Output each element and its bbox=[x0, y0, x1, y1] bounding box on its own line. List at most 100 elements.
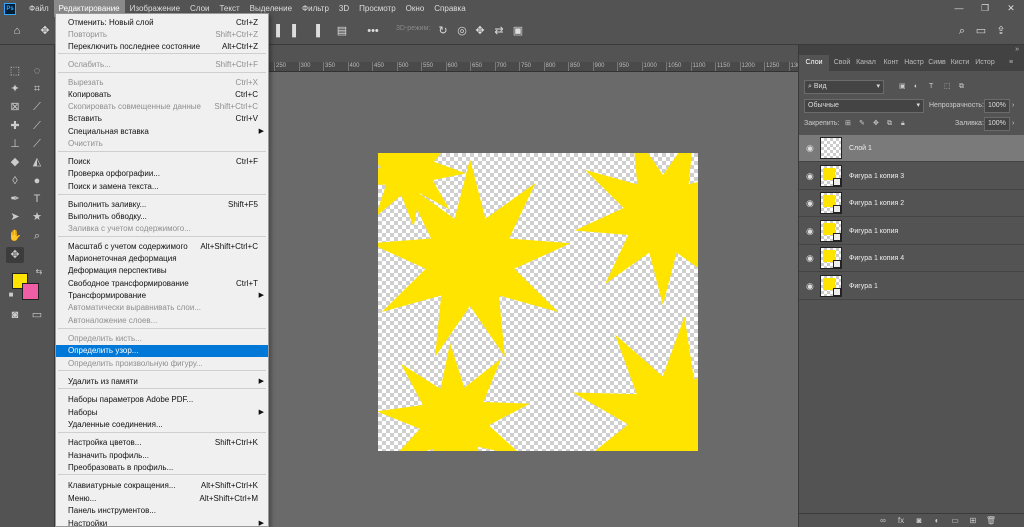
edit-menu-item[interactable]: Настройки ▶ bbox=[56, 518, 268, 526]
layer-row[interactable]: ◉ Фигура 1 копия 2 bbox=[799, 190, 1024, 217]
edit-menu-item[interactable]: Удалить из памяти ▶ bbox=[56, 376, 268, 388]
layer-row[interactable]: ◉ Фигура 1 bbox=[799, 273, 1024, 300]
filter-adjustment-icon[interactable]: ◐ bbox=[914, 81, 918, 93]
filter-image-icon[interactable]: ▣ bbox=[899, 81, 906, 93]
edit-menu-item[interactable]: Наборы параметров Adobe PDF... bbox=[56, 394, 268, 406]
edit-menu-item[interactable]: Деформация перспективы bbox=[56, 265, 268, 277]
frame-tool-icon[interactable]: ⊠ bbox=[6, 99, 24, 115]
minimize-icon[interactable]: — bbox=[946, 0, 972, 17]
brush-tool-icon[interactable]: ⟋ bbox=[28, 118, 46, 134]
tab-history[interactable]: Истор bbox=[972, 55, 998, 71]
type-tool-icon[interactable]: T bbox=[28, 191, 46, 207]
menu-help[interactable]: Справка bbox=[429, 0, 470, 17]
tab-character[interactable]: Симв bbox=[926, 55, 948, 71]
edit-menu-item[interactable]: Вставить Ctrl+V bbox=[56, 113, 268, 125]
visibility-eye-icon[interactable]: ◉ bbox=[806, 281, 816, 291]
tab-layers[interactable]: Слои bbox=[799, 55, 829, 71]
opacity-input[interactable]: 100% bbox=[984, 99, 1010, 113]
background-color-swatch[interactable] bbox=[22, 283, 39, 300]
edit-menu-item[interactable]: Клавиатурные сокращения... Alt+Shift+Ctrl… bbox=[56, 480, 268, 492]
fill-input[interactable]: 100% bbox=[984, 117, 1010, 131]
align-left-icon[interactable]: ▐ bbox=[270, 24, 282, 38]
tab-properties[interactable]: Свой bbox=[831, 55, 853, 71]
layer-row[interactable]: ◉ Слой 1 bbox=[799, 135, 1024, 162]
menu-filter[interactable]: Фильтр bbox=[297, 0, 334, 17]
distribute-icon[interactable]: ▤ bbox=[336, 24, 348, 38]
layer-row[interactable]: ◉ Фигура 1 копия bbox=[799, 218, 1024, 245]
align-right-icon[interactable]: ▐ bbox=[310, 24, 322, 38]
shape-tool-icon[interactable]: ★ bbox=[28, 209, 46, 225]
opacity-chevron-icon[interactable]: › bbox=[1012, 100, 1014, 112]
visibility-eye-icon[interactable]: ◉ bbox=[806, 171, 816, 181]
3d-orbit-icon[interactable]: ↻ bbox=[437, 24, 449, 38]
menu-view[interactable]: Просмотр bbox=[354, 0, 401, 17]
home-icon[interactable]: ⌂ bbox=[10, 24, 24, 38]
visibility-eye-icon[interactable]: ◉ bbox=[806, 253, 816, 263]
tab-channels[interactable]: Канал bbox=[854, 55, 878, 71]
edit-menu-item[interactable]: Выполнить обводку... bbox=[56, 211, 268, 223]
restore-icon[interactable]: ❐ bbox=[972, 0, 998, 17]
visibility-eye-icon[interactable]: ◉ bbox=[806, 198, 816, 208]
default-colors-icon[interactable]: ■ bbox=[6, 290, 16, 300]
blur-tool-icon[interactable]: ◊ bbox=[6, 173, 24, 189]
clone-stamp-tool-icon[interactable]: ⊥ bbox=[6, 136, 24, 152]
edit-menu-item[interactable]: Назначить профиль... bbox=[56, 450, 268, 462]
healing-brush-tool-icon[interactable]: ✚ bbox=[6, 118, 24, 134]
close-icon[interactable]: ✕ bbox=[998, 0, 1024, 17]
filter-type-icon[interactable]: T bbox=[929, 81, 933, 93]
lock-position-icon[interactable]: ✥ bbox=[873, 118, 879, 130]
zoom-tool-icon[interactable]: ⌕ bbox=[28, 228, 46, 244]
filter-shape-icon[interactable]: ⬚ bbox=[944, 81, 951, 93]
edit-menu-item[interactable]: Специальная вставка ▶ bbox=[56, 126, 268, 138]
3d-scale-icon[interactable]: ▣ bbox=[512, 24, 524, 38]
layer-filter-kind[interactable]: ⌕ Вид ▾ bbox=[804, 80, 884, 94]
link-layers-icon[interactable]: ∞ bbox=[877, 515, 889, 527]
paint-bucket-tool-icon[interactable]: ◭ bbox=[28, 154, 46, 170]
path-selection-tool-icon[interactable]: ➤ bbox=[6, 209, 24, 225]
new-group-icon[interactable]: ▭ bbox=[949, 515, 961, 527]
panel-menu-icon[interactable]: ≡ bbox=[1005, 55, 1017, 71]
edit-menu-item[interactable]: Выполнить заливку... Shift+F5 bbox=[56, 199, 268, 211]
edit-menu-item[interactable]: Проверка орфографии... bbox=[56, 168, 268, 180]
eraser-tool-icon[interactable]: ◆ bbox=[6, 154, 24, 170]
crop-tool-icon[interactable]: ⌗ bbox=[28, 81, 46, 97]
edit-menu-item[interactable]: Копировать Ctrl+C bbox=[56, 89, 268, 101]
edit-menu-item[interactable]: Определить узор... bbox=[56, 345, 268, 357]
adjustment-layer-icon[interactable]: ◐ bbox=[931, 515, 943, 527]
dodge-tool-icon[interactable]: ● bbox=[28, 173, 46, 189]
edit-menu-item[interactable]: Поиск и замена текста... bbox=[56, 181, 268, 193]
lock-transparency-icon[interactable]: ⊞ bbox=[845, 118, 851, 130]
edit-menu-item[interactable]: Марионеточная деформация bbox=[56, 253, 268, 265]
add-mask-icon[interactable]: ◙ bbox=[913, 515, 925, 527]
magic-wand-tool-icon[interactable]: ✦ bbox=[6, 81, 24, 97]
tab-adjustments[interactable]: Настр bbox=[903, 55, 925, 71]
edit-menu-item[interactable]: Удаленные соединения... bbox=[56, 419, 268, 431]
3d-roll-icon[interactable]: ◎ bbox=[456, 24, 468, 38]
edit-menu-item[interactable]: Переключить последнее состояние Alt+Ctrl+… bbox=[56, 41, 268, 53]
lock-all-icon[interactable]: 🔒︎ bbox=[901, 118, 905, 130]
menu-file[interactable]: Файл bbox=[24, 0, 54, 17]
edit-menu-item[interactable]: Масштаб с учетом содержимого Alt+Shift+Ct… bbox=[56, 241, 268, 253]
3d-slide-icon[interactable]: ⇄ bbox=[493, 24, 505, 38]
more-options-icon[interactable]: ••• bbox=[366, 24, 380, 38]
delete-layer-icon[interactable]: 🗑︎ bbox=[985, 515, 997, 527]
visibility-eye-icon[interactable]: ◉ bbox=[806, 143, 816, 153]
edit-menu-item[interactable]: Меню... Alt+Shift+Ctrl+M bbox=[56, 493, 268, 505]
panel-collapse-icon[interactable]: » bbox=[1015, 45, 1019, 55]
edit-menu-item[interactable]: Панель инструментов... bbox=[56, 505, 268, 517]
lock-artboard-icon[interactable]: ⧉ bbox=[887, 118, 892, 130]
new-layer-icon[interactable]: ⊞ bbox=[967, 515, 979, 527]
edit-menu-item[interactable]: Настройка цветов... Shift+Ctrl+K bbox=[56, 437, 268, 449]
layer-style-icon[interactable]: fx bbox=[895, 515, 907, 527]
history-brush-tool-icon[interactable]: ⟋ bbox=[28, 136, 46, 152]
pen-tool-icon[interactable]: ✒ bbox=[6, 191, 24, 207]
3d-pan-icon[interactable]: ✥ bbox=[474, 24, 486, 38]
edit-menu-item[interactable]: Поиск Ctrl+F bbox=[56, 156, 268, 168]
lock-pixels-icon[interactable]: ✎ bbox=[859, 118, 865, 130]
fill-chevron-icon[interactable]: › bbox=[1012, 118, 1014, 130]
quick-mask-icon[interactable]: ◙ bbox=[6, 307, 24, 323]
menu-window[interactable]: Окно bbox=[401, 0, 430, 17]
lasso-tool-icon[interactable]: ◌ bbox=[28, 63, 46, 79]
tab-paths[interactable]: Конт bbox=[880, 55, 902, 71]
swap-colors-icon[interactable]: ⇆ bbox=[34, 267, 44, 277]
